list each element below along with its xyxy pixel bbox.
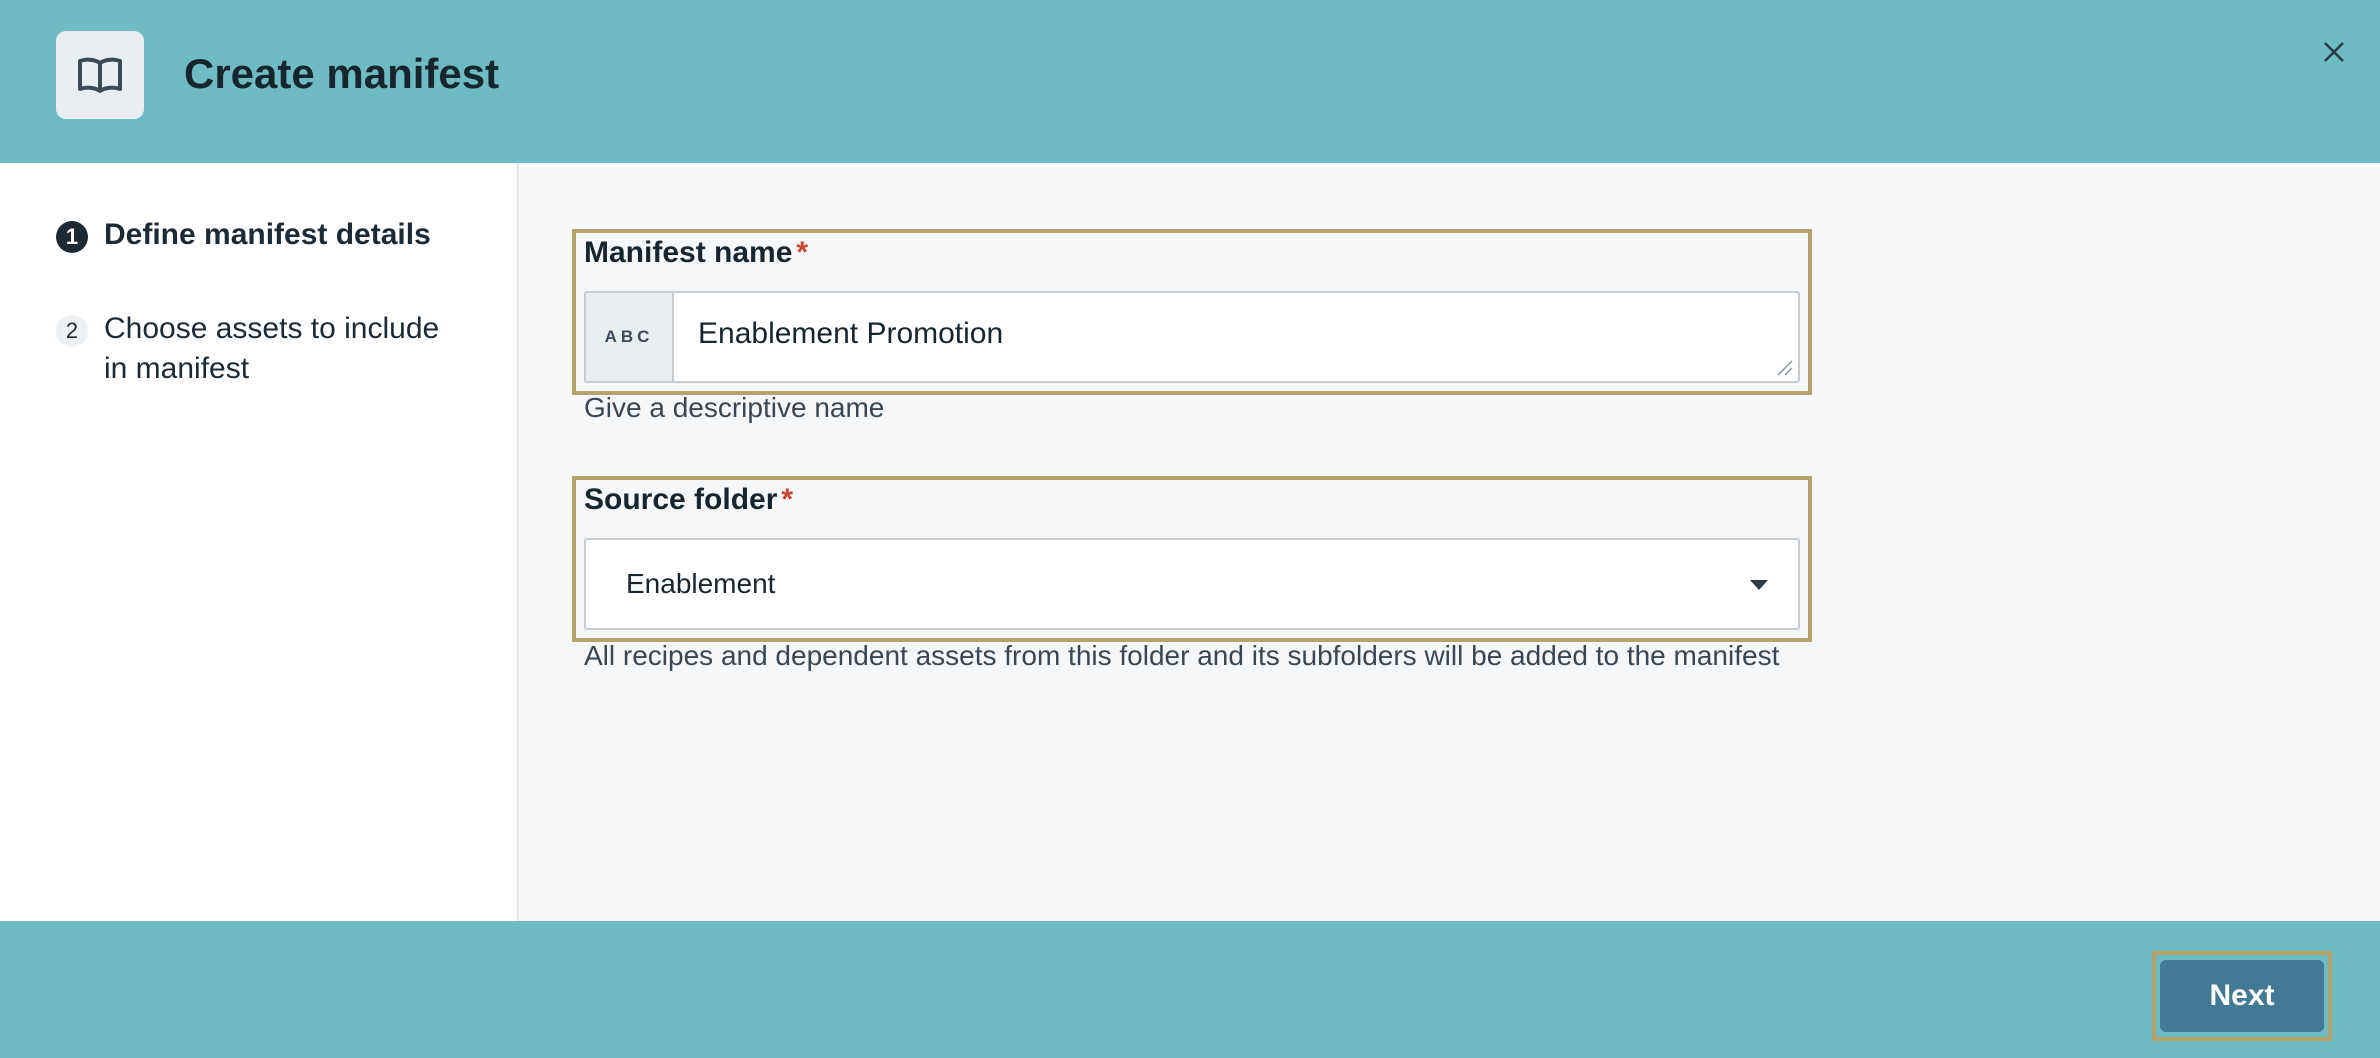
resize-handle-icon[interactable] — [1776, 359, 1794, 377]
step-number: 2 — [56, 315, 88, 347]
close-icon[interactable] — [2316, 34, 2352, 70]
manifest-name-help: Give a descriptive name — [584, 392, 885, 423]
text-type-badge: ABC — [586, 293, 674, 381]
manifest-name-input[interactable]: ABC Enablement Promotion — [584, 291, 1800, 383]
step-number: 1 — [56, 221, 88, 253]
step-label: Define manifest details — [104, 218, 431, 251]
source-folder-value: Enablement — [626, 568, 776, 599]
steps-sidebar: 1 Define manifest details 2 Choose asset… — [0, 163, 519, 921]
manifest-name-label-text: Manifest name — [584, 236, 793, 269]
step-label: Choose assets to include in manifest — [104, 312, 440, 385]
source-folder-select[interactable]: Enablement — [584, 538, 1800, 630]
modal-footer — [0, 921, 2380, 1058]
source-folder-help: All recipes and dependent assets from th… — [584, 640, 1780, 671]
required-mark: * — [796, 236, 809, 269]
step-define-details[interactable]: 1 Define manifest details — [56, 215, 464, 255]
modal-title: Create manifest — [184, 50, 500, 97]
source-folder-label: Source folder * — [584, 483, 793, 517]
source-folder-label-text: Source folder — [584, 483, 778, 516]
modal-header: Create manifest — [0, 0, 2380, 163]
step-choose-assets[interactable]: 2 Choose assets to include in manifest — [56, 309, 464, 389]
chevron-down-icon — [1750, 580, 1768, 590]
next-button[interactable]: Next — [2160, 960, 2324, 1032]
required-mark: * — [781, 483, 794, 516]
book-icon — [56, 31, 144, 119]
manifest-name-value[interactable]: Enablement Promotion — [698, 317, 1003, 351]
manifest-name-label: Manifest name * — [584, 236, 808, 270]
